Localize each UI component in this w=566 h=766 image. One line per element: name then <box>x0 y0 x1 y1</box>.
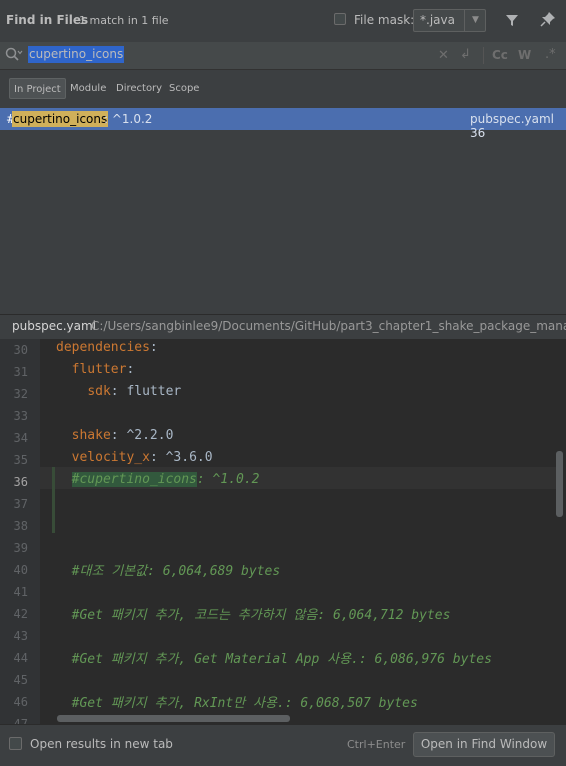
tab-scope[interactable]: Scope <box>165 78 203 99</box>
code-token: #cupertino_icons <box>71 472 197 487</box>
line-number: 37 <box>13 497 28 511</box>
code-token: : <box>149 340 158 355</box>
file-mask-label[interactable]: File mask: <box>354 13 414 27</box>
code-line: #Get 패키지 추가, Get Material App 사용.: 6,086… <box>56 648 492 667</box>
open-new-tab-label[interactable]: Open results in new tab <box>30 737 173 751</box>
chevron-down-icon[interactable]: ▼ <box>464 10 486 31</box>
code-line: sdk: flutter <box>56 384 181 399</box>
line-number: 36 <box>13 475 28 489</box>
line-number: 42 <box>13 607 28 621</box>
line-number: 46 <box>13 695 28 709</box>
code-token: : <box>126 362 135 377</box>
search-input[interactable]: cupertino_icons <box>28 46 125 63</box>
code-token: #대조 기본값: 6,064,689 bytes <box>71 564 281 579</box>
line-number: 35 <box>13 453 28 467</box>
line-number: 32 <box>13 387 28 401</box>
change-marker <box>52 467 55 533</box>
separator <box>483 47 484 64</box>
code-token: velocity_x <box>71 450 150 465</box>
line-number: 45 <box>13 673 28 687</box>
code-line: velocity_x: ^3.6.0 <box>56 450 213 465</box>
tab-in-project[interactable]: In Project <box>9 78 66 99</box>
close-icon[interactable]: ✕ <box>438 48 449 63</box>
line-number: 34 <box>13 431 28 445</box>
tab-directory[interactable]: Directory <box>112 78 166 99</box>
line-number: 43 <box>13 629 28 643</box>
regex-icon[interactable]: .* <box>545 47 556 62</box>
line-number: 41 <box>13 585 28 599</box>
open-new-tab-checkbox[interactable] <box>9 737 22 750</box>
file-mask-checkbox[interactable] <box>334 13 346 25</box>
line-number: 44 <box>13 651 28 665</box>
line-number: 30 <box>13 343 28 357</box>
code-token: : ^2.2.0 <box>110 428 174 443</box>
dialog-title: Find in Files <box>6 13 89 27</box>
code-line: #Get 패키지 추가, 코드는 추가하지 않음: 6,064,712 byte… <box>56 604 451 623</box>
result-text: : ^1.0.2 <box>104 112 153 126</box>
line-number: 39 <box>13 541 28 555</box>
line-number: 40 <box>13 563 28 577</box>
result-match: cupertino_icons <box>12 111 109 127</box>
horizontal-scrollbar[interactable] <box>57 715 290 722</box>
code-token: : ^1.0.2 <box>196 472 260 487</box>
line-number: 33 <box>13 409 28 423</box>
preview-filename: pubspec.yaml <box>12 319 96 333</box>
code-token: sdk <box>87 384 111 399</box>
search-icon[interactable] <box>5 47 23 67</box>
match-count: 1 match in 1 file <box>79 14 169 27</box>
code-token: #Get 패키지 추가, Get Material App 사용.: 6,086… <box>71 652 492 667</box>
code-line: #Get 패키지 추가, RxInt만 사용.: 6,068,507 bytes <box>56 692 418 711</box>
shortcut-hint: Ctrl+Enter <box>347 738 406 751</box>
code-token: : ^3.6.0 <box>149 450 213 465</box>
pin-icon[interactable] <box>540 11 556 31</box>
code-token: dependencies <box>56 340 150 355</box>
preview-path: C:/Users/sangbinlee9/Documents/GitHub/pa… <box>91 319 566 333</box>
line-number: 38 <box>13 519 28 533</box>
vertical-scrollbar[interactable] <box>556 451 563 517</box>
code-token: flutter <box>71 362 127 377</box>
filter-icon[interactable] <box>505 12 519 31</box>
code-line: #대조 기본값: 6,064,689 bytes <box>56 560 281 579</box>
code-token: : flutter <box>110 384 182 399</box>
words-toggle[interactable]: W <box>518 48 531 62</box>
file-mask-value[interactable]: *.java <box>420 13 455 27</box>
result-file: pubspec.yaml 36 <box>470 112 554 140</box>
code-token: shake <box>71 428 111 443</box>
open-find-window-button[interactable]: Open in Find Window <box>413 732 555 757</box>
code-token: #Get 패키지 추가, 코드는 추가하지 않음: 6,064,712 byte… <box>71 608 451 623</box>
line-number: 31 <box>13 365 28 379</box>
code-line: #cupertino_icons: ^1.0.2 <box>56 472 260 487</box>
code-line: shake: ^2.2.0 <box>56 428 174 443</box>
match-case-toggle[interactable]: Cc <box>492 48 508 62</box>
code-line: flutter: <box>56 362 135 377</box>
tab-module[interactable]: Module <box>66 78 110 99</box>
newline-icon[interactable]: ↲ <box>460 47 471 62</box>
code-token: #Get 패키지 추가, RxInt만 사용.: 6,068,507 bytes <box>71 696 418 711</box>
code-line: dependencies: <box>56 340 158 355</box>
